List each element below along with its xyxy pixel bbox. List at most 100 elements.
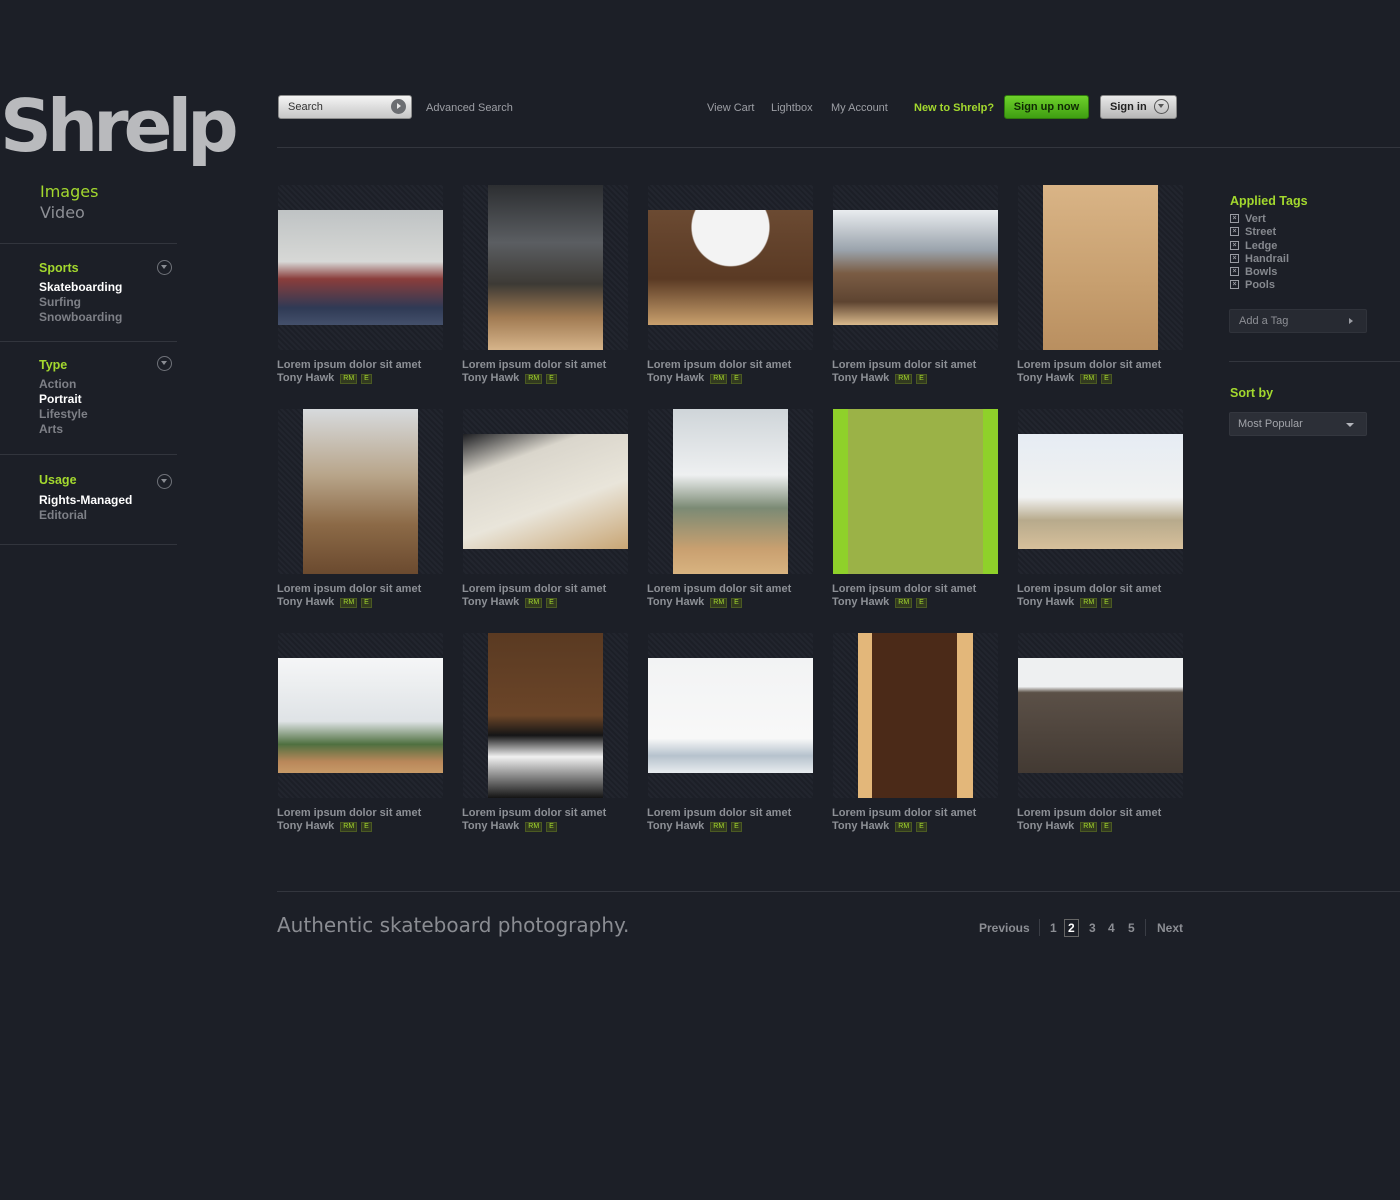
photo-title[interactable]: Lorem ipsum dolor sit amet [277,583,421,596]
my-account-link[interactable]: My Account [831,102,888,114]
photo-title[interactable]: Lorem ipsum dolor sit amet [277,807,421,820]
remove-tag-icon[interactable]: × [1230,280,1239,290]
photo-image[interactable] [648,658,813,773]
add-tag-button[interactable]: Add a Tag [1229,309,1367,333]
photo-author[interactable]: Tony Hawk [647,820,704,832]
pagination-previous[interactable]: Previous [979,921,1030,935]
remove-tag-icon[interactable]: × [1230,267,1239,277]
photo-thumbnail[interactable] [278,185,443,350]
remove-tag-icon[interactable]: × [1230,214,1239,223]
applied-tag[interactable]: × Ledge [1230,240,1289,253]
photo-thumbnail[interactable] [1018,185,1183,350]
photo-thumbnail[interactable] [833,185,998,350]
photo-author[interactable]: Tony Hawk [1017,820,1074,832]
view-cart-link[interactable]: View Cart [707,102,754,114]
photo-thumbnail[interactable] [833,633,998,798]
photo-image[interactable] [1043,185,1158,350]
filter-item-lifestyle[interactable]: Lifestyle [39,407,88,422]
photo-thumbnail[interactable] [1018,409,1183,574]
photo-author[interactable]: Tony Hawk [647,596,704,608]
remove-tag-icon[interactable]: × [1230,227,1239,237]
photo-title[interactable]: Lorem ipsum dolor sit amet [462,359,606,372]
photo-author[interactable]: Tony Hawk [277,372,334,384]
pagination-page-3[interactable]: 3 [1089,921,1096,935]
filter-title-sports[interactable]: Sports [39,261,79,275]
collapse-toggle-icon[interactable] [157,260,172,275]
filter-item-surfing[interactable]: Surfing [39,295,122,310]
photo-title[interactable]: Lorem ipsum dolor sit amet [647,583,791,596]
photo-thumbnail[interactable] [463,409,628,574]
applied-tag[interactable]: × Street [1230,226,1289,239]
photo-thumbnail[interactable] [648,633,813,798]
sign-up-button[interactable]: Sign up now [1004,95,1089,119]
photo-author[interactable]: Tony Hawk [277,820,334,832]
photo-author[interactable]: Tony Hawk [832,820,889,832]
pagination-page-2[interactable]: 2 [1064,919,1079,937]
collapse-toggle-icon[interactable] [157,356,172,371]
photo-author[interactable]: Tony Hawk [832,372,889,384]
photo-thumbnail[interactable] [648,409,813,574]
photo-image[interactable] [648,210,813,325]
photo-title[interactable]: Lorem ipsum dolor sit amet [647,807,791,820]
pagination-page-4[interactable]: 4 [1108,921,1115,935]
photo-author[interactable]: Tony Hawk [462,372,519,384]
photo-thumbnail[interactable] [278,633,443,798]
photo-image[interactable] [833,409,998,574]
filter-item-editorial[interactable]: Editorial [39,508,132,523]
applied-tag[interactable]: × Handrail [1230,253,1289,266]
photo-title[interactable]: Lorem ipsum dolor sit amet [832,583,976,596]
photo-thumbnail[interactable] [648,185,813,350]
lightbox-link[interactable]: Lightbox [771,102,813,114]
photo-image[interactable] [858,633,973,798]
collapse-toggle-icon[interactable] [157,474,172,489]
applied-tag[interactable]: × Bowls [1230,266,1289,279]
photo-author[interactable]: Tony Hawk [647,372,704,384]
photo-thumbnail[interactable] [1018,633,1183,798]
photo-title[interactable]: Lorem ipsum dolor sit amet [462,583,606,596]
photo-title[interactable]: Lorem ipsum dolor sit amet [647,359,791,372]
pagination-next[interactable]: Next [1157,921,1183,935]
search-go-icon[interactable] [391,99,406,114]
filter-item-arts[interactable]: Arts [39,422,88,437]
photo-image[interactable] [488,185,603,350]
photo-thumbnail[interactable] [463,633,628,798]
photo-author[interactable]: Tony Hawk [1017,372,1074,384]
media-nav-video[interactable]: Video [40,202,98,223]
media-nav-images[interactable]: Images [40,181,98,202]
photo-image[interactable] [488,633,603,798]
photo-image[interactable] [278,658,443,773]
photo-image[interactable] [673,409,788,574]
filter-item-snowboarding[interactable]: Snowboarding [39,310,122,325]
photo-title[interactable]: Lorem ipsum dolor sit amet [277,359,421,372]
photo-title[interactable]: Lorem ipsum dolor sit amet [1017,583,1161,596]
filter-item-portrait[interactable]: Portrait [39,392,88,407]
photo-thumbnail[interactable] [463,185,628,350]
filter-title-type[interactable]: Type [39,358,67,372]
filter-item-rights-managed[interactable]: Rights-Managed [39,493,132,508]
filter-item-action[interactable]: Action [39,377,88,392]
search-input[interactable]: Search [278,95,412,119]
sign-in-button[interactable]: Sign in [1100,95,1177,119]
photo-author[interactable]: Tony Hawk [277,596,334,608]
photo-author[interactable]: Tony Hawk [832,596,889,608]
photo-image[interactable] [1018,434,1183,549]
photo-title[interactable]: Lorem ipsum dolor sit amet [832,359,976,372]
photo-author[interactable]: Tony Hawk [1017,596,1074,608]
photo-title[interactable]: Lorem ipsum dolor sit amet [1017,807,1161,820]
photo-image[interactable] [303,409,418,574]
advanced-search-link[interactable]: Advanced Search [426,102,513,114]
pagination-page-1[interactable]: 1 [1050,921,1057,935]
applied-tag[interactable]: × Pools [1230,279,1289,292]
photo-image[interactable] [1018,658,1183,773]
pagination-page-5[interactable]: 5 [1128,921,1135,935]
photo-thumbnail[interactable] [278,409,443,574]
filter-item-skateboarding[interactable]: Skateboarding [39,280,122,295]
shrelp-logo[interactable]: Shrelp [0,86,239,166]
remove-tag-icon[interactable]: × [1230,240,1239,250]
sort-select[interactable]: Most Popular [1229,412,1367,436]
photo-title[interactable]: Lorem ipsum dolor sit amet [462,807,606,820]
photo-title[interactable]: Lorem ipsum dolor sit amet [832,807,976,820]
photo-image[interactable] [278,210,443,325]
remove-tag-icon[interactable]: × [1230,253,1239,263]
photo-image[interactable] [463,434,628,549]
